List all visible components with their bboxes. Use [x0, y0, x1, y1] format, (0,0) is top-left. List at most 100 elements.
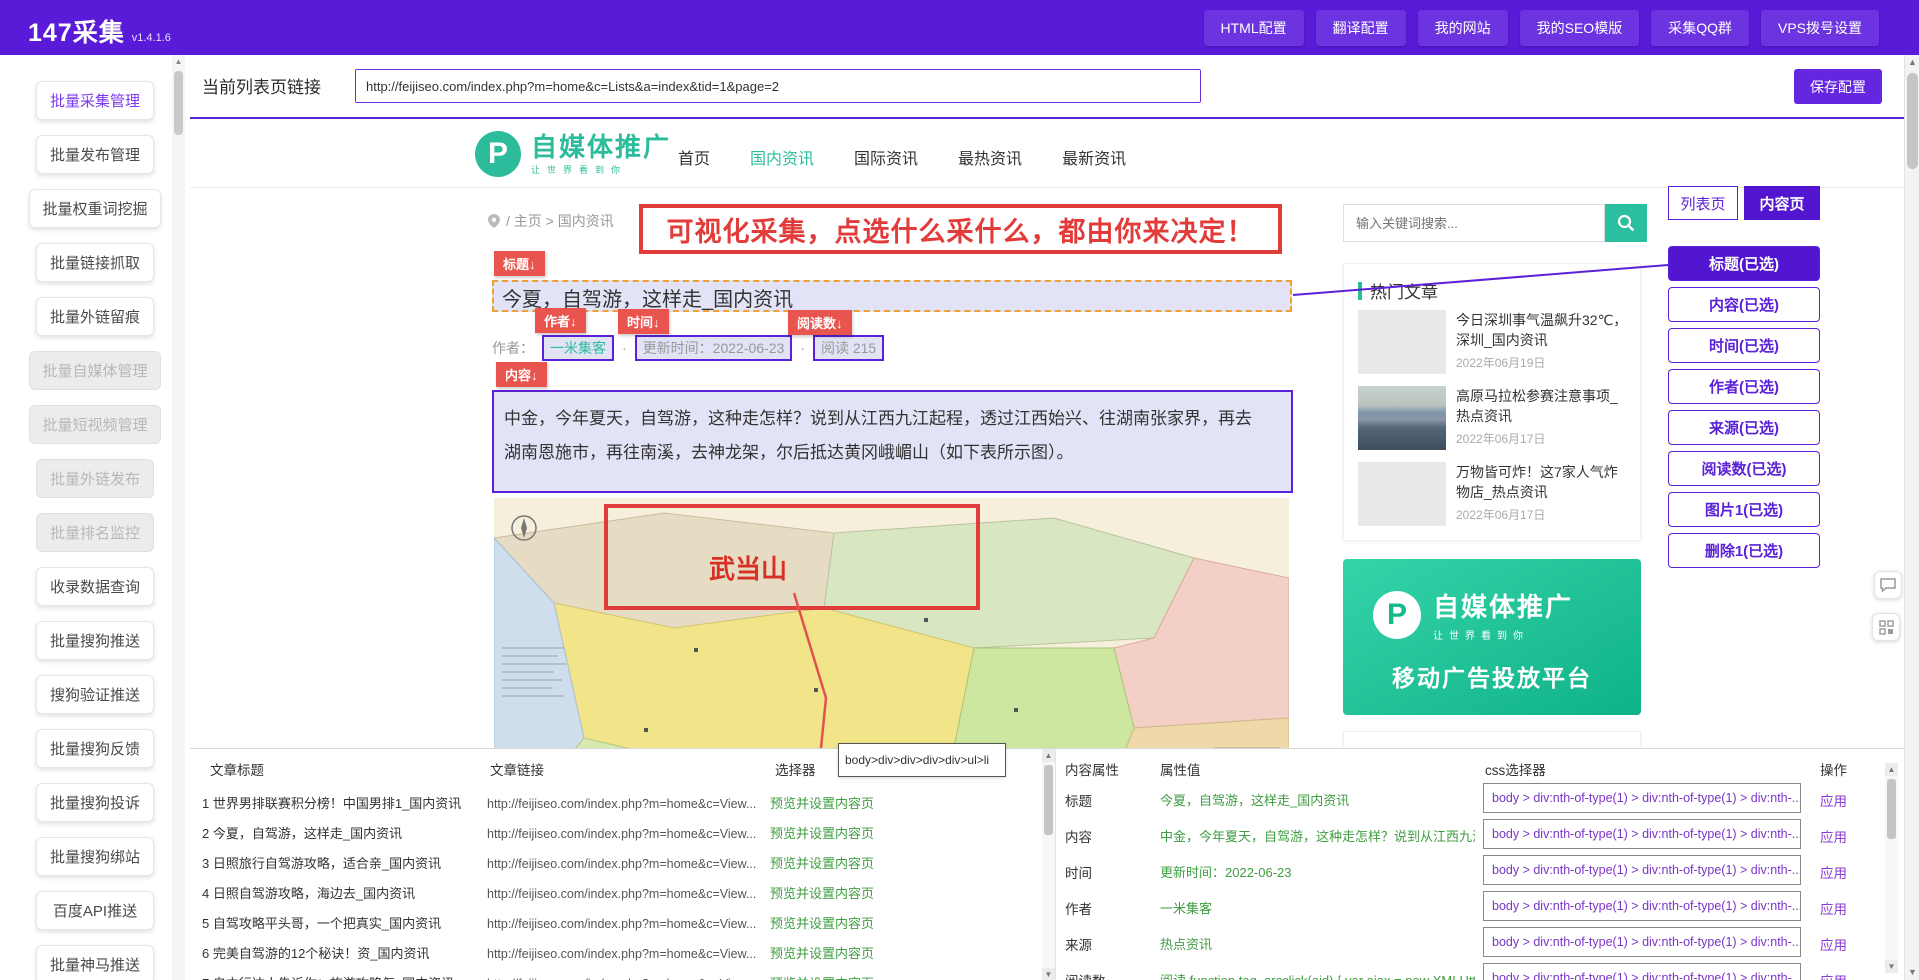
picked-field-button[interactable]: 时间(已选): [1668, 328, 1820, 363]
topnav-item[interactable]: 翻译配置: [1316, 10, 1406, 46]
hot-article-item[interactable]: 高原马拉松参赛注意事项_热点资讯2022年06月17日: [1358, 386, 1628, 450]
time-picked[interactable]: 更新时间：2022-06-23: [635, 335, 793, 361]
scroll-up-icon[interactable]: ▲: [1042, 749, 1055, 762]
app-title: 147采集: [28, 13, 125, 49]
scroll-down-icon[interactable]: ▼: [1042, 968, 1055, 980]
hot-article-item[interactable]: 今日深圳事气温飙升32℃，深圳_国内资讯2022年06月19日: [1358, 310, 1628, 374]
col-article-link: 文章链接: [490, 759, 544, 779]
preview-set-link[interactable]: 预览并设置内容页: [770, 939, 874, 969]
sidebar-item[interactable]: 搜狗验证推送: [36, 675, 154, 714]
scrollbar-thumb[interactable]: [1044, 765, 1053, 835]
chat-widget-button[interactable]: [1874, 571, 1902, 599]
sidebar-item[interactable]: 批量搜狗投诉: [36, 783, 154, 822]
scroll-up-icon[interactable]: ▲: [172, 55, 185, 68]
promo-banner: 可视化采集，点选什么采什么，都由你来决定！: [639, 204, 1282, 254]
apply-link[interactable]: 应用: [1820, 934, 1847, 954]
col-attr-name: 内容属性: [1065, 759, 1119, 779]
sidebar-item[interactable]: 批量排名监控: [36, 513, 154, 552]
preview-set-link[interactable]: 预览并设置内容页: [770, 789, 874, 819]
topnav-item[interactable]: VPS拨号设置: [1761, 10, 1879, 46]
tab-list-page[interactable]: 列表页: [1668, 186, 1738, 220]
preview-set-link[interactable]: 预览并设置内容页: [770, 909, 874, 939]
sidebar-item[interactable]: 批量搜狗推送: [36, 621, 154, 660]
selector-input[interactable]: [838, 743, 1006, 777]
tab-content-page[interactable]: 内容页: [1744, 186, 1820, 220]
scrollbar-thumb[interactable]: [1887, 779, 1896, 839]
apply-link[interactable]: 应用: [1820, 970, 1847, 980]
sidebar-item[interactable]: 批量采集管理: [36, 81, 154, 120]
page-scrollbar[interactable]: ▲ ▼: [1904, 55, 1919, 980]
apply-link[interactable]: 应用: [1820, 790, 1847, 810]
list-url-input[interactable]: [355, 69, 1201, 103]
author-picked[interactable]: 一米集客: [542, 335, 614, 361]
save-config-button[interactable]: 保存配置: [1794, 69, 1882, 104]
picked-field-button[interactable]: 内容(已选): [1668, 287, 1820, 322]
apply-link[interactable]: 应用: [1820, 898, 1847, 918]
sidebar-item[interactable]: 收录数据查询: [36, 567, 154, 606]
article-content-picked[interactable]: 中金，今年夏天，自驾游，这种走怎样？说到从江西九江起程，透过江西始兴、往湖南张家…: [492, 390, 1293, 493]
reads-picked[interactable]: 阅读 215: [813, 335, 884, 361]
topnav-item[interactable]: HTML配置: [1204, 10, 1304, 46]
sidebar-scrollbar[interactable]: ▲: [172, 55, 185, 980]
sidebar-item[interactable]: 批量权重词挖掘: [29, 189, 160, 228]
css-selector-input[interactable]: body > div:nth-of-type(1) > div:nth-of-t…: [1483, 855, 1801, 885]
site-search-button[interactable]: [1605, 204, 1647, 242]
list-table-scrollbar[interactable]: ▲ ▼: [1042, 749, 1055, 980]
ad-promo-box[interactable]: P 自媒体推广 让世界看到你 移动广告投放平台: [1343, 559, 1641, 715]
sidebar-item[interactable]: 批量神马推送: [36, 945, 154, 980]
topnav-item[interactable]: 我的SEO模版: [1520, 10, 1640, 46]
picked-field-button[interactable]: 标题(已选): [1668, 246, 1820, 281]
promo-logo: P 自媒体推广 让世界看到你: [1373, 587, 1573, 642]
scrollbar-thumb[interactable]: [174, 71, 183, 135]
site-nav-item[interactable]: 首页: [678, 145, 710, 169]
sidebar-item[interactable]: 批量链接抓取: [36, 243, 154, 282]
attr-table-rows: 标题今夏，自驾游，这样走_国内资讯body > div:nth-of-type(…: [1055, 781, 1875, 980]
sidebar-item[interactable]: 批量发布管理: [36, 135, 154, 174]
css-selector-input[interactable]: body > div:nth-of-type(1) > div:nth-of-t…: [1483, 927, 1801, 957]
css-selector-input[interactable]: body > div:nth-of-type(1) > div:nth-of-t…: [1483, 963, 1801, 980]
preview-set-link[interactable]: 预览并设置内容页: [770, 819, 874, 849]
attr-name-cell: 标题: [1065, 790, 1092, 810]
picked-field-button[interactable]: 阅读数(已选): [1668, 451, 1820, 486]
scroll-up-icon[interactable]: ▲: [1905, 55, 1919, 70]
sidebar-item[interactable]: 批量搜狗绑站: [36, 837, 154, 876]
scroll-down-icon[interactable]: ▼: [1905, 965, 1919, 980]
article-title-picked[interactable]: 今夏，自驾游，这样走_国内资讯: [492, 280, 1292, 312]
topnav-item[interactable]: 采集QQ群: [1651, 10, 1749, 46]
col-actions: 操作: [1820, 759, 1847, 779]
site-nav-item[interactable]: 最新资讯: [1062, 145, 1126, 169]
sidebar-item[interactable]: 百度API推送: [36, 891, 154, 930]
apply-link[interactable]: 应用: [1820, 862, 1847, 882]
site-nav-item[interactable]: 国内资讯: [750, 145, 814, 169]
qr-widget-button[interactable]: [1872, 613, 1900, 641]
picked-field-button[interactable]: 图片1(已选): [1668, 492, 1820, 527]
site-nav-item[interactable]: 最热资讯: [958, 145, 1022, 169]
scroll-up-icon[interactable]: ▲: [1885, 763, 1898, 776]
breadcrumb: / 主页 > 国内资讯: [488, 211, 614, 231]
tag-title: 标题↓: [494, 251, 545, 276]
topnav-item[interactable]: 我的网站: [1418, 10, 1508, 46]
picked-field-button[interactable]: 删除1(已选): [1668, 533, 1820, 568]
preview-set-link[interactable]: 预览并设置内容页: [770, 969, 874, 980]
article-map-image[interactable]: 武当山 神龙架风景区: [494, 498, 1289, 748]
sidebar-item[interactable]: 批量自媒体管理: [29, 351, 160, 390]
css-selector-input[interactable]: body > div:nth-of-type(1) > div:nth-of-t…: [1483, 783, 1801, 813]
apply-link[interactable]: 应用: [1820, 826, 1847, 846]
preview-set-link[interactable]: 预览并设置内容页: [770, 879, 874, 909]
css-selector-input[interactable]: body > div:nth-of-type(1) > div:nth-of-t…: [1483, 819, 1801, 849]
sidebar-item[interactable]: 批量外链发布: [36, 459, 154, 498]
picked-field-button[interactable]: 来源(已选): [1668, 410, 1820, 445]
picked-field-button[interactable]: 作者(已选): [1668, 369, 1820, 404]
search-icon: [1617, 214, 1635, 232]
scroll-down-icon[interactable]: ▼: [1885, 960, 1898, 973]
site-nav-item[interactable]: 国际资讯: [854, 145, 918, 169]
sidebar-item[interactable]: 批量外链留痕: [36, 297, 154, 336]
attr-table-scrollbar[interactable]: ▲ ▼: [1885, 763, 1898, 973]
scrollbar-thumb[interactable]: [1907, 73, 1918, 169]
site-search-input[interactable]: [1343, 204, 1605, 242]
sidebar-item[interactable]: 批量搜狗反馈: [36, 729, 154, 768]
hot-article-item[interactable]: 万物皆可炸！这7家人气炸物店_热点资讯2022年06月17日: [1358, 462, 1628, 526]
preview-set-link[interactable]: 预览并设置内容页: [770, 849, 874, 879]
sidebar-item[interactable]: 批量短视频管理: [29, 405, 160, 444]
css-selector-input[interactable]: body > div:nth-of-type(1) > div:nth-of-t…: [1483, 891, 1801, 921]
